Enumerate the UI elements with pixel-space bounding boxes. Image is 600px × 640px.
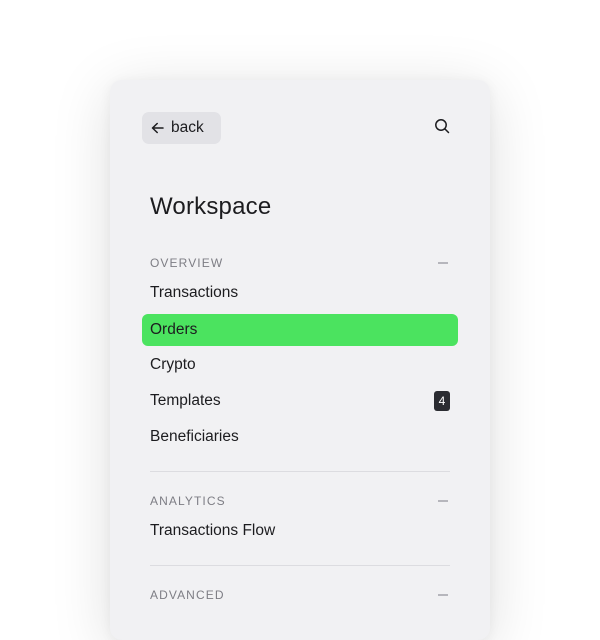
section-label-analytics: ANALYTICS bbox=[150, 494, 226, 508]
collapse-analytics-icon[interactable] bbox=[438, 500, 448, 502]
back-label: back bbox=[171, 119, 204, 136]
back-button[interactable]: back bbox=[142, 112, 221, 144]
nav-item-transactions[interactable]: Transactions bbox=[142, 277, 458, 309]
count-badge: 4 bbox=[434, 391, 450, 411]
sidebar-panel: back Workspace OVERVIEW Transactions Ord… bbox=[110, 80, 490, 640]
nav-item-label: Crypto bbox=[150, 356, 196, 373]
section-label-overview: OVERVIEW bbox=[150, 256, 224, 270]
nav-item-crypto[interactable]: Crypto bbox=[142, 349, 458, 381]
search-button[interactable] bbox=[430, 118, 454, 138]
nav-item-transactions-flow[interactable]: Transactions Flow bbox=[142, 515, 458, 547]
nav-item-label: Transactions bbox=[150, 284, 239, 301]
nav-item-label: Transactions Flow bbox=[150, 522, 276, 539]
section-divider bbox=[150, 565, 450, 566]
nav-item-templates[interactable]: Templates 4 bbox=[142, 385, 458, 417]
nav-item-beneficiaries[interactable]: Beneficiaries bbox=[142, 421, 458, 453]
nav-item-label: Templates bbox=[150, 392, 221, 409]
section-header-advanced: ADVANCED bbox=[150, 587, 450, 603]
arrow-left-icon bbox=[151, 122, 164, 134]
collapse-overview-icon[interactable] bbox=[438, 262, 448, 264]
section-header-overview: OVERVIEW bbox=[150, 255, 450, 271]
page-title: Workspace bbox=[150, 193, 272, 220]
section-header-analytics: ANALYTICS bbox=[150, 493, 450, 509]
nav-item-label: Beneficiaries bbox=[150, 428, 239, 445]
nav-item-orders[interactable]: Orders bbox=[142, 314, 458, 346]
section-divider bbox=[150, 471, 450, 472]
search-icon bbox=[434, 118, 450, 139]
collapse-advanced-icon[interactable] bbox=[438, 594, 448, 596]
nav-item-label: Orders bbox=[150, 321, 198, 338]
